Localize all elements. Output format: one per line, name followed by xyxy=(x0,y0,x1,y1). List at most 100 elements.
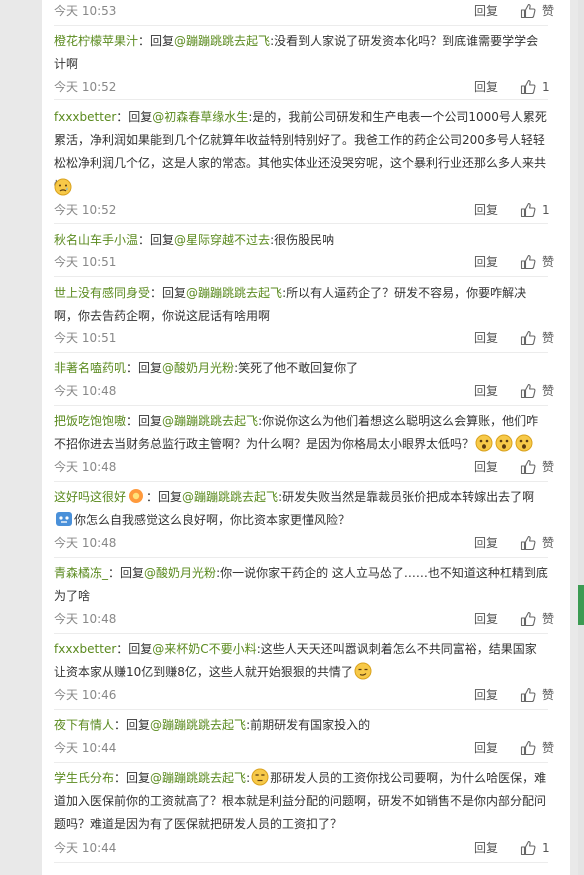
comment-username[interactable]: fxxxbetter xyxy=(54,642,116,656)
comment-meta: 今天 10:46 回复 赞 xyxy=(54,686,554,704)
comment-text: 橙花柠檬苹果汁：回复@蹦蹦跳跳去起飞:没看到人家说了研发资本化吗？到底谁需要学学… xyxy=(54,34,539,71)
reply-button[interactable]: 回复 xyxy=(474,78,498,96)
mentioned-user[interactable]: @蹦蹦跳跳去起飞 xyxy=(162,414,258,428)
comment-username[interactable]: 非著名嗑药叽 xyxy=(54,361,126,375)
like-button[interactable]: 赞 xyxy=(520,534,560,552)
comment-meta: 今天 10:44 回复 1 xyxy=(54,839,550,857)
like-button[interactable]: 赞 xyxy=(520,382,560,400)
like-count: 赞 xyxy=(542,612,555,626)
comment-username[interactable]: 秋名山车手小温 xyxy=(54,233,138,247)
like-button[interactable]: 赞 xyxy=(520,686,560,704)
comment-item: 学生氏分布：回复@蹦蹦跳跳去起飞: 那研发人员的工资你找公司要啊，为什么哈医保，难… xyxy=(54,763,550,863)
comment-item: 橙花柠檬苹果汁：回复@蹦蹦跳跳去起飞:没看到人家说了研发资本化吗？到底谁需要学学… xyxy=(54,26,550,100)
mentioned-user[interactable]: @蹦蹦跳跳去起飞 xyxy=(150,771,246,785)
like-count: 1 xyxy=(542,203,550,217)
like-button[interactable]: 赞 xyxy=(520,2,560,20)
comment-time: 今天 10:44 xyxy=(54,741,117,755)
reply-prefix: 回复 xyxy=(126,718,151,732)
scrollbar[interactable] xyxy=(578,0,584,875)
comment-meta: 今天 10:51 回复 赞 xyxy=(54,253,554,271)
reply-button[interactable]: 回复 xyxy=(474,2,498,20)
reply-button[interactable]: 回复 xyxy=(474,534,498,552)
comment-username[interactable]: 青森橘冻_ xyxy=(54,566,108,580)
comment-body: 很伤股民呐 xyxy=(274,233,335,247)
like-button[interactable]: 赞 xyxy=(520,329,560,347)
comment-item: 把饭吃饱饱嗷：回复@蹦蹦跳跳去起飞:你说你这么为他们着想这么聪明这么会算账，他们… xyxy=(54,406,554,482)
like-button[interactable]: 1 xyxy=(520,78,560,96)
comment-username[interactable]: 橙花柠檬苹果汁 xyxy=(54,34,138,48)
mentioned-user[interactable]: @星际穿越不过去 xyxy=(174,233,270,247)
comment-body: 前期研发有国家投入的 xyxy=(250,718,371,732)
comment-username[interactable]: 把饭吃饱饱嗷 xyxy=(54,414,126,428)
like-count: 赞 xyxy=(542,384,555,398)
mentioned-user[interactable]: @蹦蹦跳跳去起飞 xyxy=(150,718,246,732)
comment-time: 今天 10:48 xyxy=(54,384,117,398)
mentioned-user[interactable]: @酸奶月光粉 xyxy=(144,566,216,580)
mentioned-user[interactable]: @初森春草缘水生 xyxy=(152,110,248,124)
mentioned-user[interactable]: @来杯奶C不要小料 xyxy=(152,642,256,656)
like-count: 1 xyxy=(542,80,550,94)
reply-button[interactable]: 回复 xyxy=(474,839,498,857)
comment-time: 今天 10:51 xyxy=(54,255,117,269)
like-button[interactable]: 1 xyxy=(520,839,560,857)
thumbs-up-icon xyxy=(520,535,536,551)
comment-item: fxxxbetter：回复@来杯奶C不要小料:这些人天天还叫嚣讽刺着怎么不共同富… xyxy=(54,634,554,710)
comment-time: 今天 10:46 xyxy=(54,688,117,702)
thumbs-up-icon xyxy=(520,330,536,346)
like-button[interactable]: 赞 xyxy=(520,610,560,628)
comment-username[interactable]: 夜下有情人 xyxy=(54,718,114,732)
thumbs-up-icon xyxy=(520,687,536,703)
reply-button[interactable]: 回复 xyxy=(474,739,498,757)
comment-item: 这好吗这很好 ：回复@蹦蹦跳跳去起飞:研发失败当然是靠裁员张价把成本转嫁出去了啊你… xyxy=(54,482,554,558)
scrollbar-thumb[interactable] xyxy=(578,585,584,625)
comment-item: 秋名山车手小温：回复@星际穿越不过去:很伤股民呐 今天 10:51 回复 赞 xyxy=(54,224,554,277)
like-button[interactable]: 赞 xyxy=(520,253,560,271)
like-count: 赞 xyxy=(542,255,555,269)
comment-text: 这好吗这很好 ：回复@蹦蹦跳跳去起飞:研发失败当然是靠裁员张价把成本转嫁出去了啊你… xyxy=(54,489,535,527)
reply-button[interactable]: 回复 xyxy=(474,458,498,476)
comment-item: 青森橘冻_：回复@酸奶月光粉:你一说你家干药企的 这人立马怂了……也不知道这种杠… xyxy=(54,558,554,634)
reply-button[interactable]: 回复 xyxy=(474,329,498,347)
reply-prefix: 回复 xyxy=(162,286,187,300)
comment-time: 今天 10:52 xyxy=(54,80,117,94)
reply-prefix: 回复 xyxy=(128,642,153,656)
thumbs-up-icon xyxy=(520,611,536,627)
reply-button[interactable]: 回复 xyxy=(474,610,498,628)
like-button[interactable]: 赞 xyxy=(520,458,560,476)
emoji-surprised-icon xyxy=(474,434,534,452)
like-count: 1 xyxy=(542,841,550,855)
comment-meta: 今天 10:52 回复 1 xyxy=(54,201,550,219)
reply-button[interactable]: 回复 xyxy=(474,201,498,219)
comments-panel: 今天 10:53 回复 赞 橙花柠檬苹果汁：回复@蹦蹦跳跳去起飞:没看到人家说了… xyxy=(42,0,570,875)
comment-username[interactable]: 学生氏分布 xyxy=(54,771,114,785)
mentioned-user[interactable]: @蹦蹦跳跳去起飞 xyxy=(182,490,278,504)
emoji-sticker-icon xyxy=(54,512,74,527)
comment-text: 夜下有情人：回复@蹦蹦跳跳去起飞:前期研发有国家投入的 xyxy=(54,718,371,732)
thumbs-up-icon xyxy=(520,202,536,218)
like-count: 赞 xyxy=(542,688,555,702)
comment-meta: 今天 10:48 回复 赞 xyxy=(54,382,554,400)
comment-username[interactable]: 世上没有感同身受 xyxy=(54,286,150,300)
like-count: 赞 xyxy=(542,741,555,755)
mentioned-user[interactable]: @蹦蹦跳跳去起飞 xyxy=(186,286,282,300)
reply-button[interactable]: 回复 xyxy=(474,253,498,271)
comment-meta: 今天 10:51 回复 赞 xyxy=(54,329,554,347)
thumbs-up-icon xyxy=(520,459,536,475)
reply-button[interactable]: 回复 xyxy=(474,686,498,704)
reply-button[interactable]: 回复 xyxy=(474,382,498,400)
reply-prefix: 回复 xyxy=(158,490,183,504)
comment-body: 这些人天天还叫嚣讽刺着怎么不共同富裕，结果国家让资本家从赚10亿到赚8亿，这些人… xyxy=(54,642,537,679)
like-button[interactable]: 赞 xyxy=(520,739,560,757)
comment-meta: 今天 10:44 回复 赞 xyxy=(54,739,554,757)
like-count: 赞 xyxy=(542,331,555,345)
comment-meta: 今天 10:48 回复 赞 xyxy=(54,534,554,552)
like-count: 赞 xyxy=(542,4,555,18)
comment-item: 夜下有情人：回复@蹦蹦跳跳去起飞:前期研发有国家投入的 今天 10:44 回复 … xyxy=(54,710,554,763)
mentioned-user[interactable]: @蹦蹦跳跳去起飞 xyxy=(174,34,270,48)
comment-username[interactable]: 这好吗这很好 xyxy=(54,490,126,504)
comment-username[interactable]: fxxxbetter xyxy=(54,110,116,124)
mentioned-user[interactable]: @酸奶月光粉 xyxy=(162,361,234,375)
comment-text: 青森橘冻_：回复@酸奶月光粉:你一说你家干药企的 这人立马怂了……也不知道这种杠… xyxy=(54,566,548,603)
like-button[interactable]: 1 xyxy=(520,201,560,219)
comment-text: 学生氏分布：回复@蹦蹦跳跳去起飞: 那研发人员的工资你找公司要啊，为什么哈医保，难… xyxy=(54,768,547,831)
